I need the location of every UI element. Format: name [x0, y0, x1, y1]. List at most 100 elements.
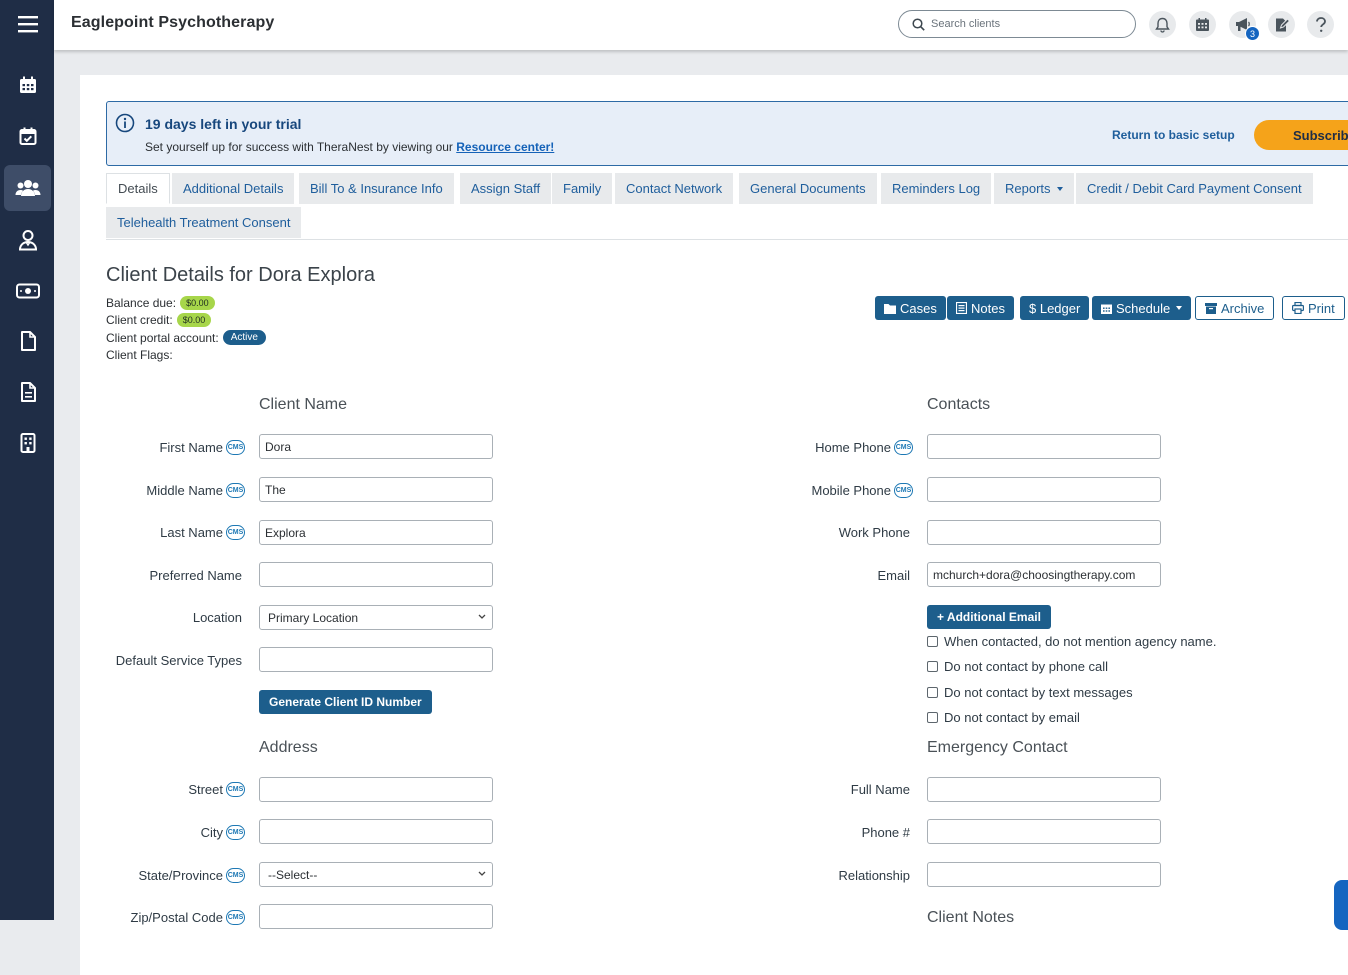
schedule-button[interactable]: Schedule — [1092, 296, 1192, 320]
trial-banner: 19 days left in your trial Set yourself … — [106, 101, 1348, 166]
mobile-phone-input[interactable] — [927, 477, 1161, 502]
balance-label: Balance due: — [106, 296, 177, 310]
print-label: Print — [1308, 300, 1335, 316]
service-types-label: Default Service Types — [115, 652, 242, 668]
notes-icon[interactable] — [4, 369, 51, 415]
tab-reports[interactable]: Reports — [994, 173, 1074, 204]
tab-general-documents[interactable]: General Documents — [739, 173, 877, 204]
subscribe-button[interactable]: Subscribe — [1254, 120, 1348, 150]
calendar-check-icon[interactable] — [4, 113, 51, 159]
top-bar: Eaglepoint Psychotherapy 3 — [54, 0, 1348, 50]
cms-icon: CMS — [894, 482, 913, 498]
tab-assign-staff[interactable]: Assign Staff — [460, 173, 552, 204]
home-phone-input[interactable] — [927, 434, 1161, 459]
tab-contact-network[interactable]: Contact Network — [615, 173, 734, 204]
calendar-small-icon — [1101, 304, 1112, 314]
cases-button[interactable]: Cases — [875, 296, 946, 320]
first-name-label: First Name CMS — [80, 437, 245, 457]
building-icon[interactable] — [4, 420, 51, 466]
state-value: --Select-- — [268, 867, 318, 882]
additional-email-button[interactable]: + Additional Email — [927, 605, 1051, 629]
portal-label: Client portal account: — [106, 330, 219, 345]
client-tabs: Details Additional Details Bill To & Ins… — [106, 173, 1348, 240]
chat-launcher-button[interactable] — [1334, 880, 1348, 930]
tab-details[interactable]: Details — [106, 173, 170, 204]
checkbox[interactable] — [927, 661, 938, 672]
help-icon[interactable] — [1307, 11, 1334, 38]
state-select[interactable]: --Select-- — [259, 862, 493, 887]
notes-label: Notes — [971, 300, 1005, 316]
calendar-icon[interactable] — [4, 62, 51, 108]
tab-reports-label: Reports — [1005, 181, 1051, 196]
checkbox[interactable] — [927, 687, 938, 698]
return-to-setup-link[interactable]: Return to basic setup — [1112, 128, 1235, 142]
first-name-input[interactable] — [259, 434, 493, 459]
announcement-icon[interactable]: 3 — [1229, 11, 1260, 41]
no-phone-call-checkbox-row[interactable]: Do not contact by phone call — [927, 659, 1108, 674]
archive-button[interactable]: Archive — [1195, 296, 1275, 320]
service-types-input[interactable] — [259, 647, 493, 672]
billing-icon[interactable] — [4, 268, 51, 314]
app-title: Eaglepoint Psychotherapy — [71, 14, 275, 31]
client-notes-heading: Client Notes — [927, 909, 1015, 926]
tab-card-payment-consent[interactable]: Credit / Debit Card Payment Consent — [1076, 173, 1313, 204]
location-value: Primary Location — [268, 610, 359, 625]
preferred-name-input[interactable] — [259, 562, 493, 587]
tab-reminders-log[interactable]: Reminders Log — [881, 173, 992, 204]
edit-document-icon[interactable] — [1268, 11, 1295, 38]
cms-icon: CMS — [226, 909, 245, 925]
no-agency-name-checkbox-row[interactable]: When contacted, do not mention agency na… — [927, 634, 1216, 649]
chevron-down-icon — [1176, 306, 1183, 310]
preferred-name-label: Preferred Name — [149, 567, 242, 583]
cms-icon: CMS — [226, 482, 245, 498]
emergency-phone-input[interactable] — [927, 819, 1161, 844]
last-name-input[interactable] — [259, 520, 493, 545]
search-box[interactable] — [898, 10, 1136, 38]
contacts-heading: Contacts — [927, 396, 991, 413]
email-input[interactable] — [927, 562, 1161, 587]
zip-input[interactable] — [259, 904, 493, 929]
calendar-grid-icon[interactable] — [1189, 11, 1216, 38]
location-select[interactable]: Primary Location — [259, 605, 493, 630]
emergency-full-name-input[interactable] — [927, 777, 1161, 802]
document-icon[interactable] — [4, 318, 51, 364]
no-text-checkbox-row[interactable]: Do not contact by text messages — [927, 685, 1133, 700]
menu-icon[interactable] — [4, 1, 51, 47]
location-label: Location — [192, 609, 242, 625]
printer-icon — [1292, 302, 1304, 314]
tab-bill-to-insurance[interactable]: Bill To & Insurance Info — [299, 173, 454, 204]
home-phone-label: Home Phone CMS — [680, 437, 913, 457]
relationship-label: Relationship — [838, 867, 910, 883]
ledger-button[interactable]: $ Ledger — [1020, 296, 1090, 320]
city-input[interactable] — [259, 819, 493, 844]
bell-icon[interactable] — [1149, 11, 1176, 38]
cms-icon: CMS — [226, 439, 245, 455]
print-button[interactable]: Print — [1282, 296, 1345, 320]
email-label: Email — [877, 567, 910, 583]
staff-icon[interactable] — [4, 217, 51, 263]
state-label-text: State/Province — [138, 867, 223, 883]
checkbox[interactable] — [927, 712, 938, 723]
sidebar — [0, 0, 54, 920]
tab-family[interactable]: Family — [552, 173, 613, 204]
resource-center-link[interactable]: Resource center! — [456, 140, 554, 154]
notes-button[interactable]: Notes — [947, 296, 1014, 320]
mobile-phone-label: Mobile Phone CMS — [680, 480, 913, 500]
street-input[interactable] — [259, 777, 493, 802]
middle-name-label-text: Middle Name — [146, 482, 223, 498]
cms-icon: CMS — [226, 824, 245, 840]
tab-telehealth-consent[interactable]: Telehealth Treatment Consent — [106, 207, 302, 238]
emergency-relationship-input[interactable] — [927, 862, 1161, 887]
work-phone-input[interactable] — [927, 520, 1161, 545]
middle-name-input[interactable] — [259, 477, 493, 502]
middle-name-label: Middle Name CMS — [80, 480, 245, 500]
folder-icon — [884, 303, 896, 314]
generate-client-id-button[interactable]: Generate Client ID Number — [259, 690, 432, 714]
search-input[interactable] — [931, 18, 1121, 30]
clients-icon[interactable] — [4, 165, 51, 211]
tab-additional-details[interactable]: Additional Details — [172, 173, 295, 204]
archive-icon — [1205, 302, 1217, 314]
city-label-text: City — [200, 824, 223, 840]
checkbox[interactable] — [927, 636, 938, 647]
no-email-checkbox-row[interactable]: Do not contact by email — [927, 710, 1080, 725]
